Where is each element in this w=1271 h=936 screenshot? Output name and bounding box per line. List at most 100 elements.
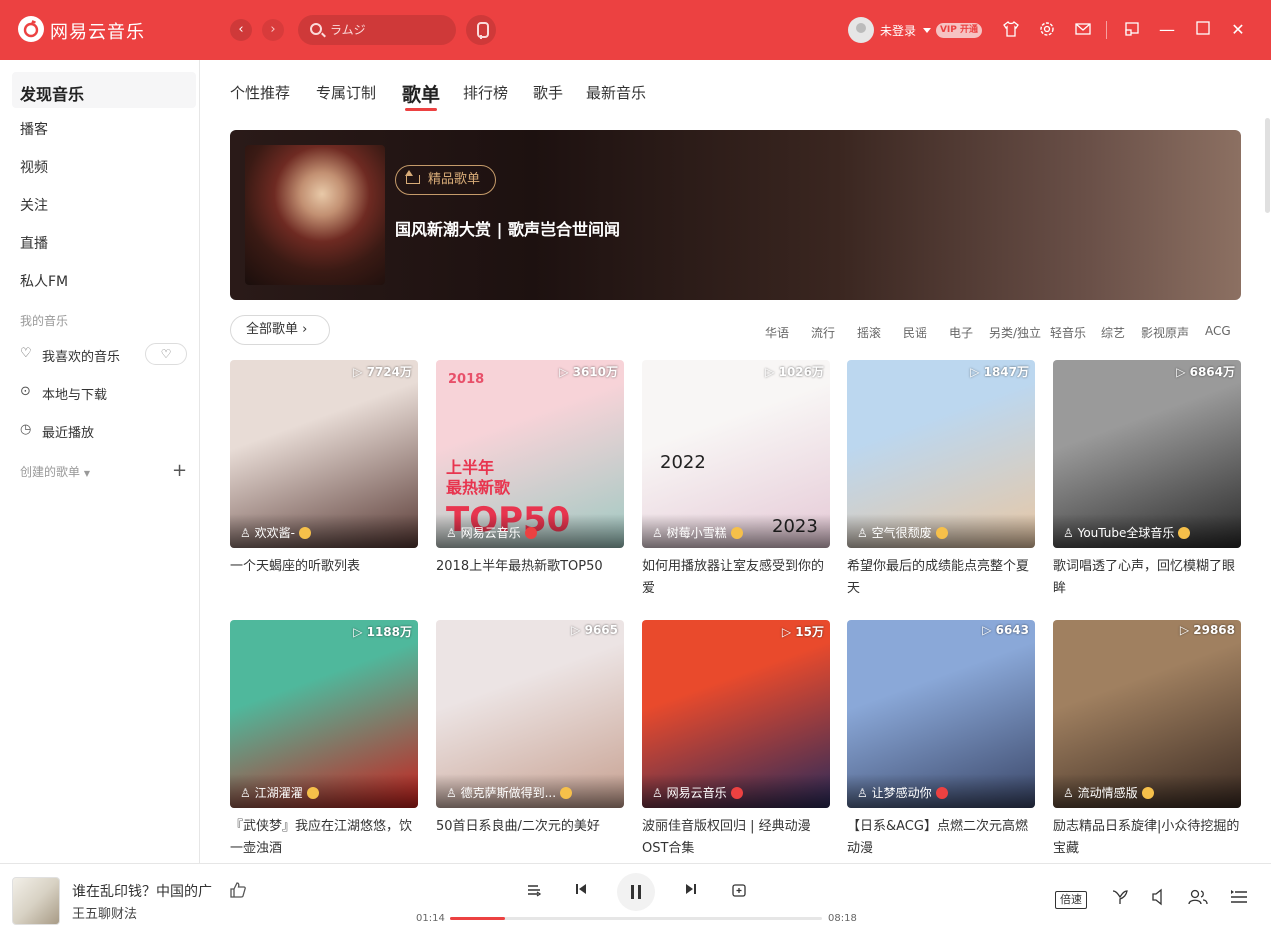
gear-icon[interactable] — [1037, 20, 1057, 40]
playlist-title[interactable]: 50首日系良曲/二次元的美好 — [436, 816, 624, 838]
netease-logo-icon[interactable] — [18, 16, 44, 42]
playlist-title[interactable]: 『武侠梦』我应在江湖悠悠，饮一壶浊酒 — [230, 816, 418, 860]
listen-together-icon[interactable] — [1187, 888, 1209, 910]
playlist-cover[interactable]: ▷ 7724万 ♙ 欢欢酱- — [230, 360, 418, 548]
sidebar-item-recent[interactable]: ◷ 最近播放 — [20, 422, 94, 441]
progress-bar[interactable] — [450, 917, 822, 920]
heartbeat-mode-button[interactable]: ♡ — [145, 343, 187, 365]
mini-mode-icon[interactable] — [1122, 20, 1142, 40]
play-count: ▷ 9665 — [571, 623, 618, 637]
playlist-cover[interactable]: ▷ 29868 ♙ 流动情感版 — [1053, 620, 1241, 808]
playlist-cover[interactable]: 2018上半年最热新歌TOP50▷ 3610万♙ 网易云音乐 — [436, 360, 624, 548]
playlist-mode-icon[interactable] — [524, 882, 544, 902]
maximize-icon[interactable] — [1193, 20, 1213, 40]
playlist-title[interactable]: 一个天蝎座的听歌列表 — [230, 556, 418, 578]
vip-badge[interactable]: VIP 开通 — [936, 23, 982, 38]
forward-icon[interactable]: › — [262, 19, 284, 41]
playlist-creator[interactable]: ♙ 流动情感版 — [1053, 774, 1241, 808]
now-playing-artist[interactable]: 王五聊财法 — [72, 903, 137, 922]
playlist-queue-icon[interactable] — [1228, 888, 1250, 910]
previous-icon[interactable] — [571, 882, 591, 900]
search-input[interactable]: ラムジ — [298, 15, 456, 45]
now-playing-title[interactable]: 谁在乱印钱？中国的广 — [72, 881, 212, 901]
skin-icon[interactable] — [1001, 20, 1021, 40]
tab-playlists[interactable]: 歌单 — [402, 80, 440, 107]
sidebar-item-local[interactable]: ⊙ 本地与下载 — [20, 384, 107, 403]
category-tag[interactable]: 另类/独立 — [989, 324, 1041, 341]
heart-icon: ♡ — [20, 346, 32, 361]
sidebar-item-live[interactable]: 直播 — [20, 233, 48, 253]
playlist-title[interactable]: 如何用播放器让室友感受到你的爱 — [642, 556, 830, 600]
sidebar-item-discover-label[interactable]: 发现音乐 — [20, 81, 84, 105]
playlist-creator[interactable]: ♙ 树莓小雪糕 — [642, 514, 830, 548]
playlist-title[interactable]: 2018上半年最热新歌TOP50 — [436, 556, 624, 578]
playlist-title[interactable]: 希望你最后的成绩能点亮整个夏天 — [847, 556, 1035, 600]
tab-charts[interactable]: 排行榜 — [463, 82, 508, 103]
avatar[interactable] — [848, 17, 874, 43]
mail-icon[interactable] — [1073, 20, 1093, 40]
category-tag[interactable]: 轻音乐 — [1050, 324, 1086, 341]
playlist-cover[interactable]: ▷ 9665 ♙ 德克萨斯做得到... — [436, 620, 624, 808]
premium-playlist-tag[interactable]: 精品歌单 — [395, 165, 496, 195]
category-tag[interactable]: ACG — [1205, 324, 1231, 338]
playlist-cover[interactable]: ▷ 6643 ♙ 让梦感动你 — [847, 620, 1035, 808]
playlist-cover[interactable]: ▷ 1847万 ♙ 空气很颓废 — [847, 360, 1035, 548]
pause-button[interactable] — [617, 873, 655, 911]
add-playlist-icon[interactable]: + — [172, 460, 187, 481]
add-to-playlist-icon[interactable] — [729, 882, 749, 902]
sidebar-item-follow[interactable]: 关注 — [20, 195, 48, 215]
playlist-cover[interactable]: ▷ 1188万 ♙ 江湖濯濯 — [230, 620, 418, 808]
playlist-creator[interactable]: ♙ 网易云音乐 — [642, 774, 830, 808]
playlist-creator[interactable]: ♙ YouTube全球音乐 — [1053, 514, 1241, 548]
volume-icon[interactable] — [1148, 888, 1170, 910]
tab-new-music[interactable]: 最新音乐 — [586, 82, 646, 103]
tab-artists[interactable]: 歌手 — [533, 82, 563, 103]
playlist-creator[interactable]: ♙ 空气很颓废 — [847, 514, 1035, 548]
sound-effect-icon[interactable] — [1109, 888, 1131, 910]
user-icon: ♙ — [857, 526, 872, 540]
category-tag[interactable]: 综艺 — [1101, 324, 1125, 341]
playlist-creator[interactable]: ♙ 网易云音乐 — [436, 514, 624, 548]
playlist-creator[interactable]: ♙ 德克萨斯做得到... — [436, 774, 624, 808]
playlist-cover[interactable]: 20222023▷ 1026万♙ 树莓小雪糕 — [642, 360, 830, 548]
sidebar-item-podcast[interactable]: 播客 — [20, 119, 48, 139]
minimize-icon[interactable]: — — [1157, 20, 1177, 40]
voice-search-icon[interactable] — [466, 15, 496, 45]
speed-button[interactable]: 倍速 — [1055, 891, 1087, 909]
created-playlists-header[interactable]: 创建的歌单 ▼ — [20, 463, 90, 480]
scrollbar[interactable] — [1265, 118, 1270, 213]
app-title[interactable]: 网易云音乐 — [50, 18, 145, 44]
playlist-title[interactable]: 波丽佳音版权回归 | 经典动漫OST合集 — [642, 816, 830, 860]
sidebar-item-fm[interactable]: 私人FM — [20, 271, 68, 291]
all-playlists-button[interactable]: 全部歌单 › — [230, 315, 330, 345]
banner-cover-image[interactable] — [245, 145, 385, 285]
category-tag[interactable]: 流行 — [811, 324, 835, 341]
playlist-cover[interactable]: ▷ 6864万 ♙ YouTube全球音乐 — [1053, 360, 1241, 548]
category-tag[interactable]: 华语 — [765, 324, 789, 341]
category-tag[interactable]: 摇滚 — [857, 324, 881, 341]
login-status[interactable]: 未登录 — [880, 22, 916, 39]
next-icon[interactable] — [681, 882, 701, 900]
playlist-creator[interactable]: ♙ 欢欢酱- — [230, 514, 418, 548]
close-icon[interactable]: ✕ — [1228, 20, 1248, 40]
playlist-cover[interactable]: ▷ 15万 ♙ 网易云音乐 — [642, 620, 830, 808]
like-icon[interactable] — [229, 881, 247, 903]
playlist-creator[interactable]: ♙ 江湖濯濯 — [230, 774, 418, 808]
sidebar: 发现音乐 播客 视频 关注 直播 私人FM 我的音乐 ♡ 我喜欢的音乐 ♡ ⊙ … — [0, 60, 200, 863]
back-icon[interactable]: ‹ — [230, 19, 252, 41]
tab-recommend[interactable]: 个性推荐 — [230, 82, 290, 103]
category-tag[interactable]: 影视原声 — [1141, 324, 1189, 341]
banner-title[interactable]: 国风新潮大赏 | 歌声岂合世间闻 — [395, 216, 620, 240]
playlist-creator[interactable]: ♙ 让梦感动你 — [847, 774, 1035, 808]
now-playing-cover[interactable] — [12, 877, 60, 925]
playlist-title[interactable]: 【日系&ACG】点燃二次元高燃动漫 — [847, 816, 1035, 860]
category-tag[interactable]: 民谣 — [903, 324, 927, 341]
category-tag[interactable]: 电子 — [949, 324, 973, 341]
sidebar-item-video[interactable]: 视频 — [20, 157, 48, 177]
tab-custom[interactable]: 专属订制 — [316, 82, 376, 103]
user-icon: ♙ — [446, 526, 461, 540]
playlist-title[interactable]: 歌词唱透了心声，回忆模糊了眼眸 — [1053, 556, 1241, 600]
sidebar-item-liked[interactable]: ♡ 我喜欢的音乐 — [20, 346, 120, 365]
chevron-down-icon[interactable] — [923, 28, 931, 33]
playlist-title[interactable]: 励志精品日系旋律|小众待挖掘的宝藏 — [1053, 816, 1241, 860]
